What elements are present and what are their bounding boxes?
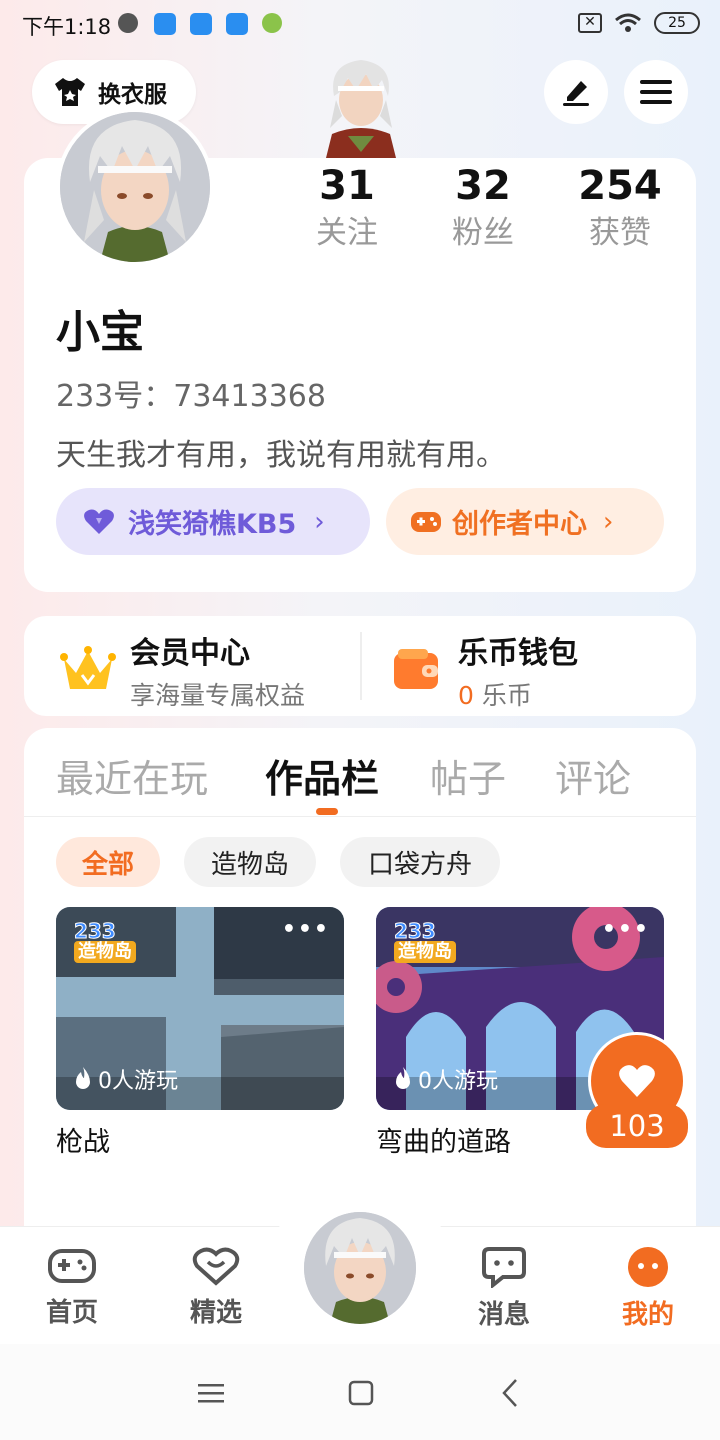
change-outfit-label: 换衣服 [98, 82, 167, 108]
wifi-icon [615, 13, 641, 32]
tab-works[interactable]: 作品栏 [265, 748, 379, 803]
profile-avatar[interactable] [56, 108, 214, 266]
followers-stat[interactable]: 32 粉丝 [418, 162, 548, 256]
creator-center-label: 创作者中心 [452, 509, 587, 540]
system-navigation-bar [0, 1344, 720, 1440]
nav-home-label: 首页 [45, 1298, 98, 1328]
gamepad-icon [411, 511, 441, 532]
work-card-thumbnail[interactable]: 233 造物岛 ••• 0人游玩 [56, 907, 344, 1110]
back-icon[interactable] [500, 1378, 520, 1408]
play-count-label: 0人游玩 [418, 1069, 498, 1094]
nav-home[interactable]: 首页 [22, 1246, 122, 1329]
active-tab-indicator [316, 808, 338, 815]
hamburger-icon [640, 80, 672, 104]
play-count: 0人游玩 [394, 1063, 498, 1095]
disc-icon [118, 13, 138, 33]
sim-off-icon: ✕ [578, 13, 602, 33]
like-count: 103 [586, 1104, 688, 1148]
guild-chip-label: 浅笑猗樵KB5 [128, 509, 297, 540]
avatar-figure [326, 60, 396, 158]
nav-me[interactable]: 我的 [598, 1246, 698, 1331]
user-bio: 天生我才有用，我说有用就有用。 [56, 438, 506, 473]
following-label: 关注 [316, 215, 378, 251]
more-options-icon[interactable]: ••• [602, 917, 650, 942]
filter-all[interactable]: 全部 [56, 837, 160, 887]
wallet-unit: 乐币 [481, 681, 532, 710]
play-count: 0人游玩 [74, 1063, 178, 1095]
zaowudao-logo: 233 造物岛 [394, 921, 456, 963]
tab-recently-played[interactable]: 最近在玩 [56, 748, 208, 803]
status-time: 下午1:18 [22, 15, 112, 39]
following-stat[interactable]: 31 关注 [282, 162, 412, 256]
followers-label: 粉丝 [452, 215, 514, 251]
wallet-amount: 0 [458, 681, 474, 710]
divider [360, 632, 362, 700]
nav-me-label: 我的 [621, 1300, 674, 1330]
followers-count: 32 [455, 163, 511, 209]
tab-comments[interactable]: 评论 [555, 748, 631, 803]
vip-title: 会员中心 [130, 636, 250, 671]
status-bar: 下午1:18 ✕ 25 [0, 0, 720, 50]
wallet-title: 乐币钱包 [458, 636, 578, 671]
filter-zaowudao[interactable]: 造物岛 [184, 837, 316, 887]
following-count: 31 [319, 163, 375, 209]
vip-center-entry[interactable]: 会员中心 享海量专属权益 [60, 628, 305, 712]
avatar-portrait [304, 1212, 416, 1324]
message-icon [482, 1247, 526, 1290]
divider [24, 816, 696, 817]
face-icon [628, 1247, 668, 1287]
heart-icon [84, 509, 114, 534]
nav-messages-label: 消息 [477, 1300, 530, 1330]
app-notify-icon [190, 13, 212, 35]
nav-messages[interactable]: 消息 [454, 1246, 554, 1331]
work-title[interactable]: 弯曲的道路 [376, 1120, 511, 1159]
username: 小宝 [56, 307, 144, 358]
shirt-icon [55, 78, 85, 106]
likes-label: 获赞 [589, 215, 651, 251]
app-notify-icon [262, 13, 282, 33]
creator-center-chip[interactable]: 创作者中心 › [386, 488, 664, 555]
heart-icon [619, 1065, 655, 1097]
work-title[interactable]: 枪战 [56, 1120, 110, 1159]
user-id[interactable]: 233号：73413368 [56, 371, 326, 415]
crown-icon [60, 646, 116, 689]
menu-button[interactable] [624, 60, 688, 124]
home-icon[interactable] [348, 1380, 374, 1406]
guild-chip[interactable]: 浅笑猗樵KB5 › [56, 488, 370, 555]
app-notify-icon [226, 13, 248, 35]
recents-icon[interactable] [198, 1382, 224, 1404]
vip-subtitle: 享海量专属权益 [130, 681, 306, 710]
filter-koudai-fangzhou[interactable]: 口袋方舟 [340, 837, 500, 887]
avatar-portrait [60, 112, 210, 262]
chevron-right-icon: › [603, 506, 614, 537]
play-count-label: 0人游玩 [98, 1069, 178, 1094]
nav-avatar-button[interactable] [304, 1212, 416, 1324]
flame-icon [76, 1067, 90, 1089]
nav-featured[interactable]: 精选 [166, 1246, 266, 1329]
likes-count: 254 [578, 163, 662, 209]
flame-icon [396, 1067, 410, 1089]
wallet-entry[interactable]: 乐币钱包 0 乐币 [392, 628, 578, 712]
wallet-icon [394, 649, 438, 689]
likes-stat[interactable]: 254 获赞 [555, 162, 685, 256]
edit-profile-button[interactable] [544, 60, 608, 124]
tab-posts[interactable]: 帖子 [430, 748, 506, 803]
app-notify-icon [154, 13, 176, 35]
more-options-icon[interactable]: ••• [282, 917, 330, 942]
pen-icon [563, 81, 589, 106]
chevron-right-icon: › [314, 506, 325, 537]
battery-indicator: 25 [654, 12, 700, 34]
zaowudao-logo: 233 造物岛 [74, 921, 136, 963]
gamepad-icon [48, 1249, 96, 1283]
nav-featured-label: 精选 [189, 1298, 242, 1328]
heart-chat-icon [192, 1247, 240, 1286]
